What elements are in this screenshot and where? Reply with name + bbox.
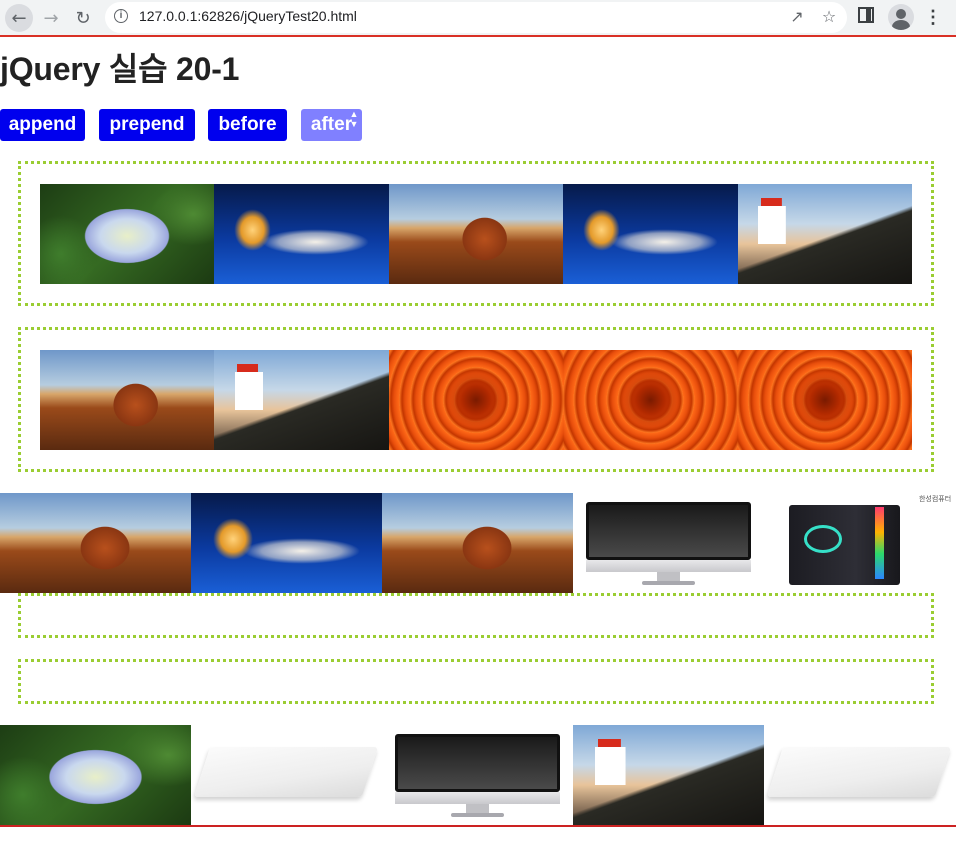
info-icon[interactable]: i xyxy=(114,9,128,23)
reload-icon[interactable]: ↻ xyxy=(69,4,97,32)
lighthouse-image xyxy=(214,350,389,450)
hydrangea-image xyxy=(0,725,191,825)
laptop-lid xyxy=(767,747,952,797)
prepend-button[interactable]: prepend xyxy=(99,109,195,141)
flower-image xyxy=(737,350,912,450)
jellyfish-image xyxy=(214,184,389,284)
bottom-divider xyxy=(0,825,956,827)
imac-foot xyxy=(641,581,696,585)
imac-foot xyxy=(450,813,505,817)
flower-image xyxy=(388,350,564,450)
desert-image xyxy=(40,350,215,450)
imac-chin xyxy=(586,560,751,572)
imac-chin xyxy=(395,792,560,804)
desert-image xyxy=(388,184,564,284)
append-button[interactable]: append xyxy=(0,109,85,141)
forward-arrow-icon[interactable]: → xyxy=(37,4,65,32)
imac-screen xyxy=(395,734,560,792)
lighthouse-image xyxy=(737,184,912,284)
address-url[interactable]: 127.0.0.1:62826/jQueryTest20.html xyxy=(139,8,357,24)
imac-image xyxy=(382,725,573,825)
image-box-4 xyxy=(18,659,934,704)
jellyfish-image xyxy=(563,184,738,284)
back-arrow-icon[interactable]: ← xyxy=(5,4,33,32)
laptop-image xyxy=(191,725,382,825)
imac-image xyxy=(573,493,764,593)
image-box-3 xyxy=(18,593,934,638)
jellyfish-image xyxy=(191,493,382,593)
flower-image xyxy=(563,350,738,450)
laptop-image xyxy=(764,725,955,825)
after-button-label: after xyxy=(310,114,353,135)
desert-image xyxy=(0,493,191,593)
desert-image xyxy=(382,493,573,593)
share-icon[interactable]: ↗ xyxy=(786,5,808,27)
side-panel-icon[interactable] xyxy=(858,7,874,23)
hydrangea-image xyxy=(40,184,215,284)
profile-icon[interactable] xyxy=(888,4,914,30)
lighthouse-image xyxy=(573,725,764,825)
laptop-lid xyxy=(194,747,379,797)
box2-image-row xyxy=(40,350,912,450)
pc-fan xyxy=(804,525,843,553)
address-bar[interactable]: i 127.0.0.1:62826/jQueryTest20.html xyxy=(105,2,847,33)
browser-toolbar: ← → ↻ i 127.0.0.1:62826/jQueryTest20.htm… xyxy=(0,0,956,37)
before-box3-image-row: 한성컴퓨터 xyxy=(0,493,955,593)
pc-brand-label: 한성컴퓨터 xyxy=(918,496,952,503)
before-button[interactable]: before xyxy=(208,109,287,141)
page-title: jQuery 실습 20-1 xyxy=(0,51,240,87)
after-button[interactable]: after ▲ ▼ xyxy=(301,109,362,141)
resize-arrows-icon: ▲ ▼ xyxy=(349,109,359,129)
menu-icon[interactable]: ⋮ xyxy=(922,5,944,29)
imac-screen xyxy=(586,502,751,560)
box1-image-row xyxy=(40,184,912,284)
after-box4-image-row xyxy=(0,725,955,825)
star-icon[interactable]: ☆ xyxy=(818,5,840,27)
pc-case-image: 한성컴퓨터 xyxy=(764,493,955,593)
pc-strip xyxy=(874,507,885,579)
